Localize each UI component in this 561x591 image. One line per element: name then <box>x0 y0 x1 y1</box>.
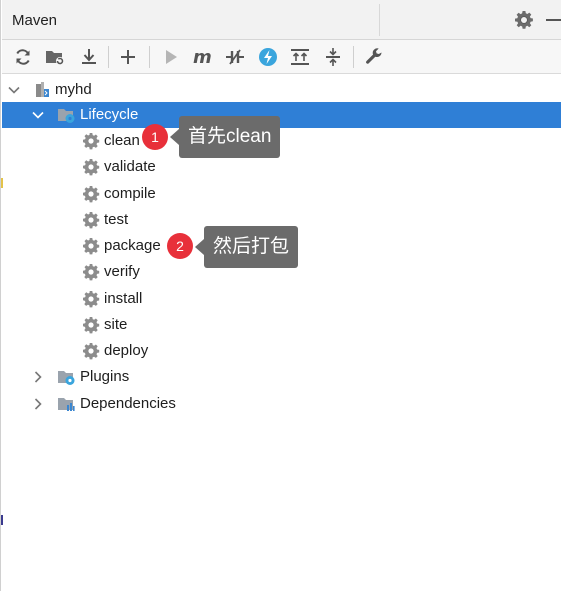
maven-module-icon <box>36 82 49 97</box>
collapse-all-icon[interactable] <box>321 45 345 69</box>
goal-label: validate <box>104 158 156 175</box>
tree-node-plugins[interactable]: Plugins <box>2 364 561 390</box>
goal-label: install <box>104 290 143 307</box>
plugins-label: Plugins <box>80 368 130 385</box>
tool-window-title: Maven <box>12 12 58 29</box>
goal-label: verify <box>104 263 140 280</box>
annotation-bubble: 首先clean <box>169 116 281 158</box>
lifecycle-goal-compile[interactable]: compile <box>2 181 561 207</box>
lifecycle-folder-icon <box>58 109 75 123</box>
edge-marker <box>1 515 3 525</box>
gear-icon <box>83 343 100 360</box>
lifecycle-goal-clean[interactable]: clean <box>2 128 561 154</box>
maven-tool-window: Maven m myhd Lifecycle clean validate co… <box>0 0 561 591</box>
tool-window-header: Maven <box>2 0 561 40</box>
maven-goal-icon[interactable]: m <box>191 45 215 69</box>
toolbar-divider <box>353 46 354 68</box>
lifecycle-goal-validate[interactable]: validate <box>2 154 561 180</box>
dependencies-label: Dependencies <box>80 395 176 412</box>
lifecycle-goal-site[interactable]: site <box>2 312 561 338</box>
step-badge: 1 <box>142 124 168 150</box>
chevron-right-icon[interactable] <box>31 370 45 384</box>
goal-label: deploy <box>104 342 149 359</box>
minimize-icon[interactable] <box>546 19 561 21</box>
show-dependencies-icon[interactable] <box>288 45 312 69</box>
project-label: myhd <box>55 81 92 98</box>
gear-icon <box>83 186 100 203</box>
toolbar-divider <box>149 46 150 68</box>
goal-label: test <box>104 211 129 228</box>
edge-marker <box>1 178 3 188</box>
reload-icon[interactable] <box>11 45 35 69</box>
toolbar-divider <box>108 46 109 68</box>
add-icon[interactable] <box>116 45 140 69</box>
tree-node-dependencies[interactable]: Dependencies <box>2 391 561 417</box>
chevron-right-icon[interactable] <box>31 397 45 411</box>
gear-icon <box>83 291 100 308</box>
goal-label: compile <box>104 185 156 202</box>
header-divider <box>379 4 380 36</box>
download-icon[interactable] <box>77 45 101 69</box>
dependencies-folder-icon <box>58 398 75 411</box>
step-badge: 2 <box>167 233 193 259</box>
chevron-down-icon[interactable] <box>7 83 21 97</box>
goal-label: site <box>104 316 128 333</box>
gear-icon[interactable] <box>514 10 534 30</box>
annotation-bubble: 然后打包 <box>194 226 299 268</box>
settings-wrench-icon[interactable] <box>362 45 386 69</box>
gear-icon <box>83 317 100 334</box>
lifecycle-goal-install[interactable]: install <box>2 286 561 312</box>
skip-tests-icon[interactable] <box>256 45 280 69</box>
gear-icon <box>83 159 100 176</box>
lifecycle-goal-deploy[interactable]: deploy <box>2 338 561 364</box>
tree-node-lifecycle[interactable]: Lifecycle <box>2 102 561 128</box>
tree-node-project[interactable]: myhd <box>2 77 561 103</box>
svg-text:m: m <box>193 47 212 67</box>
plugins-folder-icon <box>58 371 75 385</box>
gear-icon <box>83 264 100 281</box>
goal-label: clean <box>104 132 140 149</box>
add-project-folder-icon[interactable] <box>43 45 67 69</box>
goal-label: package <box>104 237 161 254</box>
gear-icon <box>83 212 100 229</box>
maven-toolbar: m <box>2 40 561 74</box>
lifecycle-label: Lifecycle <box>80 106 139 123</box>
run-icon[interactable] <box>159 45 183 69</box>
chevron-down-icon[interactable] <box>31 108 45 122</box>
toggle-offline-icon[interactable] <box>223 45 247 69</box>
gear-icon <box>83 133 100 150</box>
gear-icon <box>83 238 100 255</box>
